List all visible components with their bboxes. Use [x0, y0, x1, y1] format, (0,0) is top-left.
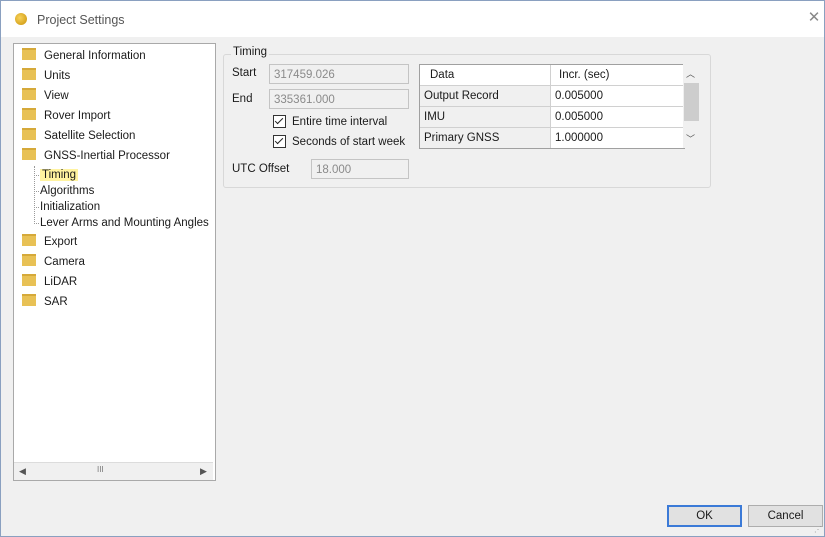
data-increment-grid[interactable]: Data Incr. (sec) Output Record 0.005000 … — [419, 64, 685, 149]
grid-cell-incr[interactable]: 1.000000 — [551, 128, 684, 148]
grid-row[interactable]: Output Record 0.005000 — [420, 86, 684, 107]
grid-vertical-scrollbar[interactable]: ︿ ﹀ — [683, 64, 700, 148]
grid-row[interactable]: Primary GNSS 1.000000 — [420, 128, 684, 148]
grid-header-data: Data — [420, 65, 551, 85]
tree-item-initialization[interactable]: Initialization — [40, 199, 100, 215]
window-title: Project Settings — [37, 13, 125, 27]
scroll-down-icon[interactable]: ﹀ — [686, 132, 695, 145]
utc-offset-field[interactable]: 18.000 — [311, 159, 409, 179]
tree-item-label: Export — [44, 236, 78, 248]
title-bar: Project Settings ✕ — [1, 1, 824, 37]
start-label: Start — [232, 67, 257, 79]
settings-tree[interactable]: General Information Units View Rover Imp… — [13, 43, 216, 481]
utc-offset-label: UTC Offset — [232, 163, 290, 175]
resize-grip-icon[interactable]: ⋰ — [814, 525, 822, 534]
scroll-grip-icon[interactable]: III — [97, 465, 104, 474]
folder-icon — [22, 88, 36, 100]
app-icon — [15, 13, 27, 25]
folder-icon — [22, 254, 36, 266]
scroll-up-icon[interactable]: ︿ — [686, 67, 695, 80]
tree-item-rover-import[interactable]: Rover Import — [22, 107, 110, 125]
grid-cell-data: Primary GNSS — [420, 128, 551, 148]
checkbox-checked-icon — [273, 135, 286, 148]
grid-cell-incr[interactable]: 0.005000 — [551, 86, 684, 106]
folder-icon — [22, 68, 36, 80]
seconds-of-start-week-checkbox[interactable]: Seconds of start week — [273, 135, 405, 148]
grid-header-row: Data Incr. (sec) — [420, 65, 684, 86]
tree-item-label: Lever Arms and Mounting Angles — [40, 217, 209, 229]
end-label: End — [232, 93, 253, 105]
grid-header-incr: Incr. (sec) — [559, 69, 610, 81]
close-icon[interactable]: ✕ — [807, 10, 821, 25]
tree-item-label: Camera — [44, 256, 85, 268]
tree-item-label: LiDAR — [44, 276, 78, 288]
tree-item-label: SAR — [44, 296, 68, 308]
tree-item-label: View — [44, 90, 69, 102]
tree-item-view[interactable]: View — [22, 87, 69, 105]
start-field[interactable]: 317459.026 — [269, 64, 409, 84]
tree-item-label: Units — [44, 70, 71, 82]
cancel-button[interactable]: Cancel — [748, 505, 823, 527]
tree-item-label: GNSS-Inertial Processor — [44, 150, 170, 162]
grid-cell-data: IMU — [420, 107, 551, 127]
grid-cell-data: Output Record — [420, 86, 551, 106]
grid-row[interactable]: IMU 0.005000 — [420, 107, 684, 128]
tree-item-lidar[interactable]: LiDAR — [22, 273, 77, 291]
scroll-left-icon[interactable]: ◀ — [19, 466, 26, 477]
tree-horizontal-scrollbar[interactable]: ◀ III ▶ — [14, 462, 213, 480]
timing-group-label: Timing — [231, 46, 270, 58]
tree-item-gnss-inertial-processor[interactable]: GNSS-Inertial Processor — [22, 147, 170, 165]
tree-item-algorithms[interactable]: Algorithms — [40, 183, 94, 199]
grid-cell-incr[interactable]: 0.005000 — [551, 107, 684, 127]
folder-icon — [22, 128, 36, 140]
entire-time-interval-checkbox[interactable]: Entire time interval — [273, 115, 387, 128]
folder-icon — [22, 108, 36, 120]
tree-item-lever-arms[interactable]: Lever Arms and Mounting Angles — [40, 215, 209, 231]
tree-connector — [34, 191, 39, 192]
tree-item-satellite-selection[interactable]: Satellite Selection — [22, 127, 135, 145]
tree-item-label: Satellite Selection — [44, 130, 136, 142]
folder-icon — [22, 274, 36, 286]
scroll-right-icon[interactable]: ▶ — [200, 466, 207, 477]
tree-item-label: Timing — [40, 169, 79, 181]
folder-icon — [22, 234, 36, 246]
checkbox-label: Seconds of start week — [292, 135, 406, 148]
tree-item-export[interactable]: Export — [22, 233, 77, 251]
tree-item-general-information[interactable]: General Information — [22, 47, 146, 65]
folder-icon — [22, 294, 36, 306]
scroll-thumb[interactable] — [684, 83, 699, 121]
tree-item-label: Initialization — [40, 201, 101, 213]
end-field[interactable]: 335361.000 — [269, 89, 409, 109]
folder-icon — [22, 48, 36, 60]
tree-item-label: Rover Import — [44, 110, 111, 122]
tree-item-timing[interactable]: Timing — [40, 167, 79, 183]
tree-item-label: General Information — [44, 50, 146, 62]
folder-icon — [22, 148, 36, 160]
tree-connector — [34, 175, 39, 176]
tree-item-units[interactable]: Units — [22, 67, 70, 85]
ok-button[interactable]: OK — [667, 505, 742, 527]
tree-item-label: Algorithms — [40, 185, 95, 197]
checkbox-checked-icon — [273, 115, 286, 128]
tree-item-camera[interactable]: Camera — [22, 253, 85, 271]
project-settings-dialog: Project Settings ✕ General Information U… — [0, 0, 825, 537]
tree-item-sar[interactable]: SAR — [22, 293, 68, 311]
tree-connector — [34, 207, 39, 208]
tree-connector — [34, 223, 39, 224]
checkbox-label: Entire time interval — [292, 115, 388, 128]
